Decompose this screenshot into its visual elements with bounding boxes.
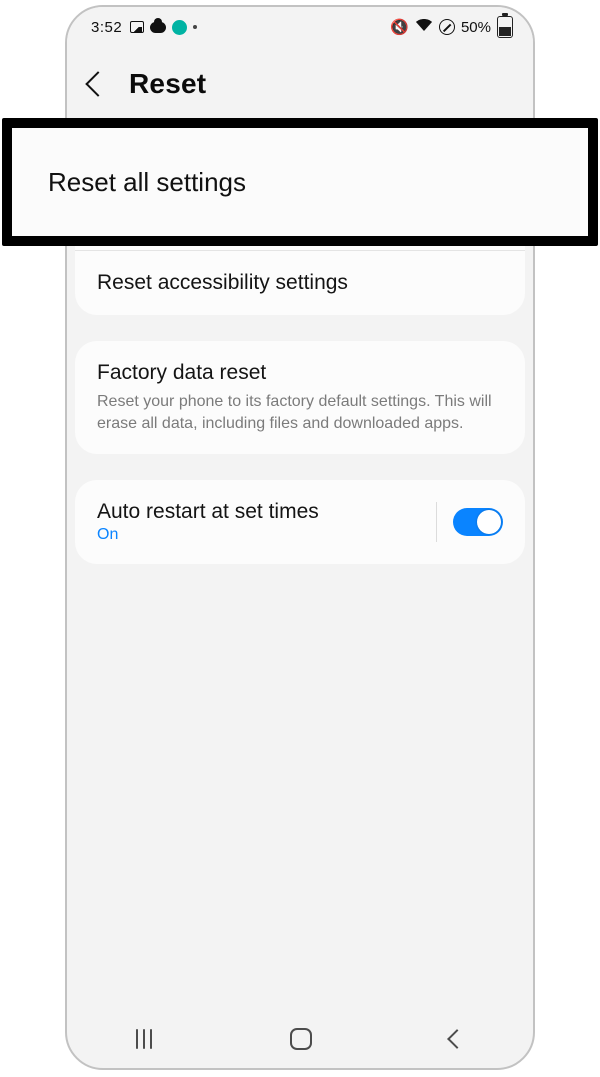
nav-home-icon[interactable] bbox=[290, 1028, 312, 1050]
toggle-knob bbox=[477, 510, 501, 534]
battery-text: 50% bbox=[461, 19, 491, 36]
auto-restart-toggle[interactable] bbox=[453, 508, 503, 536]
no-sim-icon bbox=[439, 19, 455, 35]
toggle-separator bbox=[436, 502, 437, 542]
row-reset-all-highlight[interactable]: Reset all settings bbox=[12, 128, 588, 236]
cloud-icon bbox=[150, 22, 166, 33]
auto-restart-card: Auto restart at set times On bbox=[75, 480, 525, 564]
highlight-overlay: Reset all settings bbox=[2, 118, 598, 246]
teal-app-icon bbox=[172, 20, 187, 35]
more-notif-icon bbox=[193, 25, 197, 29]
back-icon[interactable] bbox=[85, 71, 110, 96]
status-left-icons bbox=[130, 20, 197, 35]
factory-reset-card[interactable]: Factory data reset Reset your phone to i… bbox=[75, 341, 525, 454]
row-body: Auto restart at set times On bbox=[97, 500, 428, 544]
toggle-wrap bbox=[428, 502, 503, 542]
row-reset-accessibility[interactable]: Reset accessibility settings bbox=[75, 250, 525, 315]
row-factory-reset[interactable]: Factory data reset Reset your phone to i… bbox=[75, 341, 525, 454]
page-header: Reset bbox=[67, 47, 533, 121]
wifi-icon bbox=[415, 18, 433, 36]
page-title: Reset bbox=[129, 68, 206, 100]
row-auto-restart[interactable]: Auto restart at set times On bbox=[75, 480, 525, 564]
row-subtext: Reset your phone to its factory default … bbox=[97, 391, 503, 434]
status-bar: 3:52 🔇 50% bbox=[67, 7, 533, 47]
row-label: Reset accessibility settings bbox=[97, 271, 348, 295]
status-time: 3:52 bbox=[91, 19, 122, 36]
nav-back-icon[interactable] bbox=[447, 1029, 467, 1049]
mute-icon: 🔇 bbox=[390, 18, 409, 36]
overlay-label: Reset all settings bbox=[48, 167, 246, 198]
system-nav-bar bbox=[67, 1014, 533, 1068]
gallery-icon bbox=[130, 21, 144, 33]
row-state: On bbox=[97, 526, 428, 544]
status-right: 🔇 50% bbox=[390, 16, 513, 38]
battery-icon bbox=[497, 16, 513, 38]
row-label: Factory data reset bbox=[97, 361, 503, 385]
row-label: Auto restart at set times bbox=[97, 500, 428, 524]
nav-recents-icon[interactable] bbox=[136, 1029, 152, 1049]
